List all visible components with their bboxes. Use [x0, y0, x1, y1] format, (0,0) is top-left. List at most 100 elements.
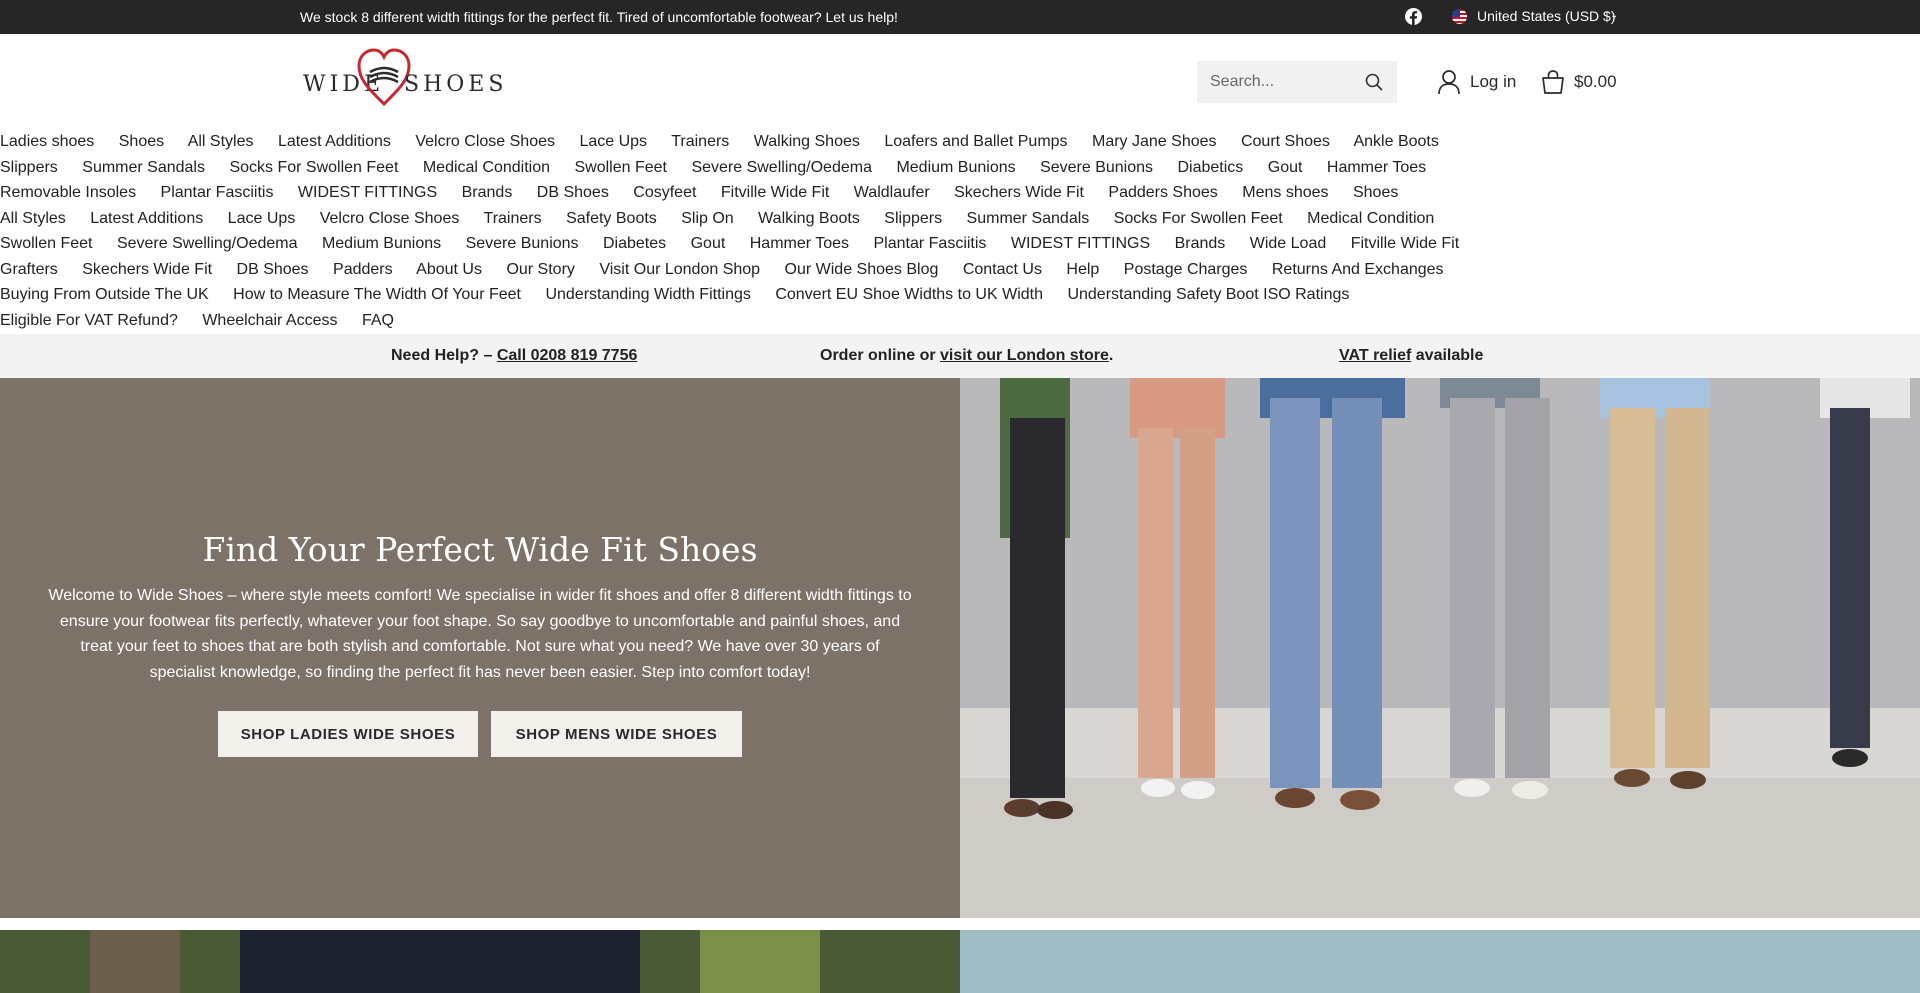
nav-menu-item[interactable]: Socks For Swollen Feet [229, 159, 398, 176]
us-flag-icon[interactable] [1452, 9, 1467, 24]
nav-menu-item[interactable]: Latest Additions [90, 210, 203, 227]
nav-menu-item[interactable]: Fitville Wide Fit [1351, 235, 1459, 252]
nav-menu-item[interactable]: Slippers [0, 159, 58, 176]
nav-menu-item[interactable]: Plantar Fasciitis [874, 235, 987, 252]
nav-menu-item[interactable]: Walking Shoes [754, 133, 860, 150]
nav-menu-item[interactable]: Socks For Swollen Feet [1114, 210, 1283, 227]
nav-menu-item[interactable]: About Us [416, 261, 482, 278]
nav-menu-item[interactable]: Postage Charges [1124, 261, 1248, 278]
nav-menu-item[interactable]: Help [1066, 261, 1099, 278]
nav-menu-item[interactable]: Understanding Width Fittings [545, 286, 750, 303]
nav-menu-item[interactable]: Our Story [506, 261, 574, 278]
nav-menu-item[interactable]: Eligible For VAT Refund? [0, 312, 178, 329]
vat-relief-link[interactable]: VAT relief [1339, 347, 1411, 364]
nav-menu-item[interactable]: WIDEST FITTINGS [298, 184, 437, 201]
nav-menu-item[interactable]: Hammer Toes [750, 235, 849, 252]
nav-menu-item[interactable]: Medium Bunions [322, 235, 441, 252]
nav-menu-item[interactable]: Shoes [119, 133, 164, 150]
nav-menu-item[interactable]: Diabetes [603, 235, 666, 252]
nav-menu-item[interactable]: Brands [462, 184, 513, 201]
nav-menu-item[interactable]: Wheelchair Access [202, 312, 337, 329]
nav-menu-item[interactable]: Visit Our London Shop [599, 261, 760, 278]
nav-menu-item[interactable]: Skechers Wide Fit [82, 261, 212, 278]
login-label: Log in [1470, 72, 1517, 91]
nav-menu-item[interactable]: Trainers [484, 210, 542, 227]
nav-menu-item[interactable]: FAQ [362, 312, 394, 329]
nav-menu-item[interactable]: Summer Sandals [82, 159, 205, 176]
nav-menu-item[interactable]: Shoes [1353, 184, 1398, 201]
nav-menu-item[interactable]: Trainers [671, 133, 729, 150]
shop-ladies-button[interactable]: SHOP LADIES WIDE SHOES [218, 711, 478, 757]
nav-menu-item[interactable]: Mens shoes [1242, 184, 1328, 201]
shop-mens-button[interactable]: SHOP MENS WIDE SHOES [491, 711, 742, 757]
nav-menu-item[interactable]: Swollen Feet [0, 235, 93, 252]
nav-menu-item[interactable]: Diabetics [1177, 159, 1243, 176]
need-help-label: Need Help? – [391, 347, 493, 364]
nav-menu-item[interactable]: Waldlaufer [854, 184, 930, 201]
nav-menu-item[interactable]: Returns And Exchanges [1272, 261, 1444, 278]
nav-menu-item[interactable]: Lace Ups [579, 133, 647, 150]
nav-menu-item[interactable]: Slip On [681, 210, 733, 227]
nav-menu-item[interactable]: Safety Boots [566, 210, 657, 227]
nav-menu-item[interactable]: Lace Ups [228, 210, 296, 227]
cart-link[interactable]: $0.00 [1540, 69, 1617, 95]
chevron-down-icon[interactable]: ⌄ [1610, 10, 1618, 21]
nav-menu-item[interactable]: Ankle Boots [1353, 133, 1438, 150]
nav-menu-item[interactable]: Medium Bunions [896, 159, 1015, 176]
nav-menu-item[interactable]: Court Shoes [1241, 133, 1330, 150]
login-link[interactable]: Log in [1437, 69, 1516, 95]
nav-menu-item[interactable]: Gout [691, 235, 726, 252]
hero-title: Find Your Perfect Wide Fit Shoes [202, 530, 758, 569]
nav-menu-item[interactable]: Gout [1268, 159, 1303, 176]
nav-menu-item[interactable]: Padders [333, 261, 393, 278]
nav-menu-item[interactable]: Latest Additions [278, 133, 391, 150]
order-suffix: . [1108, 347, 1114, 364]
nav-menu-item[interactable]: Slippers [884, 210, 942, 227]
nav-menu-item[interactable]: Medical Condition [1307, 210, 1434, 227]
nav-menu-item[interactable]: Skechers Wide Fit [954, 184, 1084, 201]
vat-text: VAT relief available [1339, 347, 1483, 365]
nav-menu-item[interactable]: All Styles [0, 210, 66, 227]
nav-menu-item[interactable]: Velcro Close Shoes [415, 133, 555, 150]
nav-menu-item[interactable]: Our Wide Shoes Blog [785, 261, 939, 278]
nav-menu-item[interactable]: Severe Bunions [1040, 159, 1153, 176]
nav-menu-item[interactable]: Convert EU Shoe Widths to UK Width [775, 286, 1043, 303]
nav-menu-item[interactable]: Buying From Outside The UK [0, 286, 209, 303]
phone-link[interactable]: Call 0208 819 7756 [497, 347, 638, 364]
nav-menu-item[interactable]: Ladies shoes [0, 133, 94, 150]
nav-menu-item[interactable]: Hammer Toes [1327, 159, 1426, 176]
nav-menu-item[interactable]: Removable Insoles [0, 184, 136, 201]
nav-menu-item[interactable]: DB Shoes [237, 261, 309, 278]
nav-menu-item[interactable]: DB Shoes [537, 184, 609, 201]
nav-menu-item[interactable]: Understanding Safety Boot ISO Ratings [1067, 286, 1349, 303]
nav-menu-item[interactable]: Medical Condition [423, 159, 550, 176]
nav-menu-item[interactable]: Mary Jane Shoes [1092, 133, 1217, 150]
nav-menu-item[interactable]: Cosyfeet [633, 184, 696, 201]
nav-menu-item[interactable]: Loafers and Ballet Pumps [884, 133, 1067, 150]
nav-menu-item[interactable]: How to Measure The Width Of Your Feet [233, 286, 521, 303]
shopping-bag-icon [1542, 70, 1564, 94]
nav-menu-item[interactable]: Severe Swelling/Oedema [691, 159, 872, 176]
nav-menu-item[interactable]: Wide Load [1250, 235, 1327, 252]
nav-menu-item[interactable]: Padders Shoes [1108, 184, 1217, 201]
nav-menu-item[interactable]: Contact Us [963, 261, 1042, 278]
nav-menu-item[interactable]: WIDEST FITTINGS [1011, 235, 1150, 252]
currency-selector[interactable]: United States (USD $) [1477, 8, 1616, 24]
nav-menu-item[interactable]: All Styles [188, 133, 254, 150]
nav-menu-item[interactable]: Brands [1175, 235, 1226, 252]
nav-menu-item[interactable]: Summer Sandals [967, 210, 1090, 227]
nav-menu-item[interactable]: Walking Boots [758, 210, 860, 227]
london-store-link[interactable]: visit our London store [940, 347, 1109, 364]
search-input[interactable] [1197, 61, 1357, 103]
site-logo[interactable]: WIDE SHOES [300, 46, 510, 114]
nav-menu-item[interactable]: Fitville Wide Fit [721, 184, 829, 201]
nav-menu-item[interactable]: Severe Bunions [466, 235, 579, 252]
nav-menu-item[interactable]: Plantar Fasciitis [161, 184, 274, 201]
search-icon[interactable] [1364, 72, 1384, 97]
nav-menu-item[interactable]: Swollen Feet [574, 159, 667, 176]
store-text: Order online or visit our London store. [820, 347, 1113, 365]
nav-menu-item[interactable]: Severe Swelling/Oedema [117, 235, 298, 252]
nav-menu-item[interactable]: Grafters [0, 261, 58, 278]
facebook-icon[interactable] [1405, 8, 1422, 25]
nav-menu-item[interactable]: Velcro Close Shoes [320, 210, 460, 227]
